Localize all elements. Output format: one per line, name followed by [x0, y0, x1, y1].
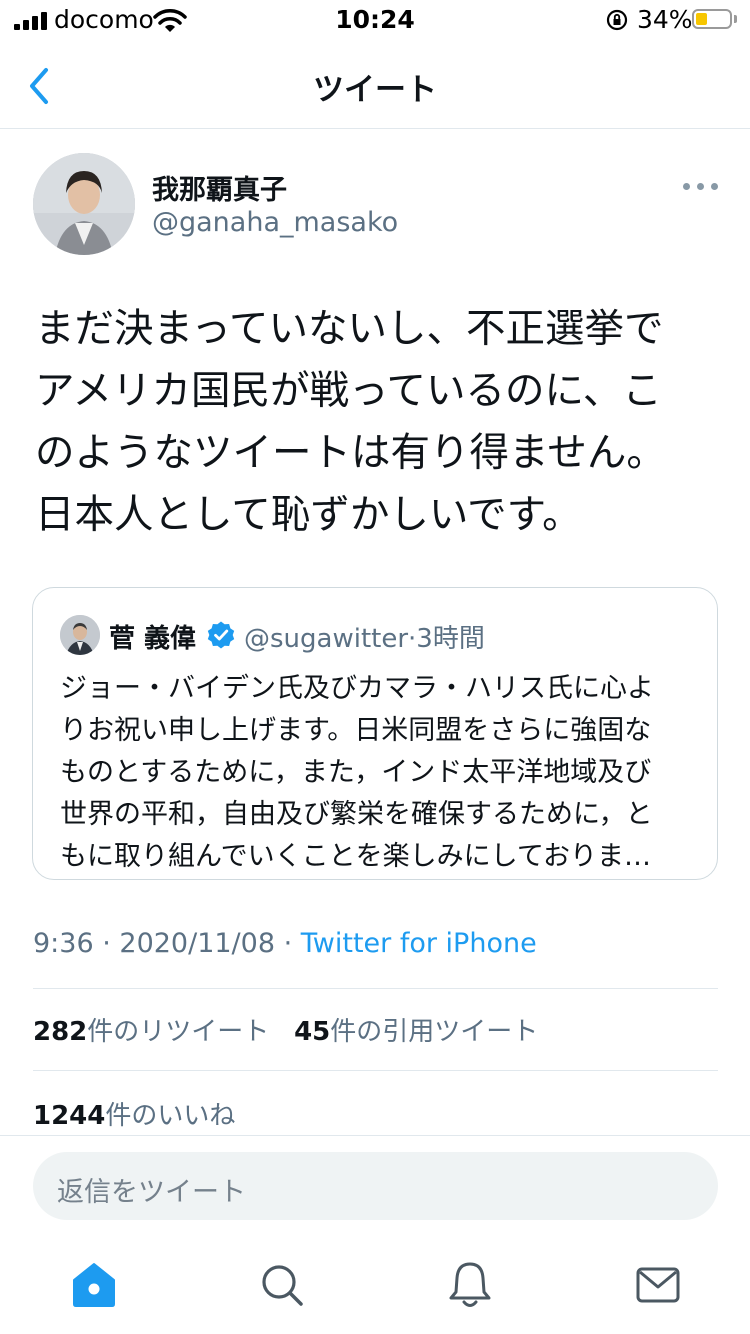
quoted-text-line: りお祝い申し上げます。日米同盟をさらに強固な	[60, 715, 652, 746]
reply-placeholder: 返信をツイート	[57, 1177, 246, 1208]
author-avatar[interactable]	[33, 153, 135, 255]
tweet-text-line: のようなツイートは有り得ません。	[35, 430, 666, 476]
navigation-header: ツイート	[0, 42, 750, 129]
quoted-text-line: 世界の平和，自由及び繁栄を確保するために，と	[60, 799, 653, 830]
person-photo-icon	[60, 615, 100, 655]
quoted-tweet-text: ジョー・バイデン氏及びカマラ・ハリス氏に心よ りお祝い申し上げます。日米同盟をさ…	[60, 668, 700, 878]
quoted-author-name: 菅 義偉	[109, 624, 197, 654]
verified-badge-icon	[207, 621, 235, 649]
divider	[33, 1070, 718, 1071]
likes-label: 件のいいね	[105, 1101, 236, 1131]
quoted-author-avatar	[60, 615, 100, 655]
messages-icon[interactable]	[630, 1258, 686, 1312]
quotes-stat[interactable]: 45件の引用ツイート	[294, 1017, 538, 1047]
quoted-author-handle: @sugawitter	[244, 624, 409, 654]
notifications-icon[interactable]	[442, 1258, 498, 1312]
quoted-text-line: もに取り組んでいくことを楽しみにしておりま…	[60, 841, 652, 872]
battery-percentage: 34%	[637, 5, 693, 34]
reply-bar-divider	[0, 1135, 750, 1136]
tweet-text-line: アメリカ国民が戦っているのに、こ	[35, 368, 662, 414]
reply-input[interactable]: 返信をツイート	[33, 1152, 718, 1220]
retweets-stat[interactable]: 282件のリツイート	[33, 1017, 269, 1047]
tweet-text-line: 日本人として恥ずかしいです。	[35, 492, 582, 538]
tweet-time: 9:36	[33, 928, 94, 959]
retweets-count: 282	[33, 1017, 88, 1047]
quotes-label: 件の引用ツイート	[330, 1017, 539, 1047]
tweet-timestamp: 9:36 · 2020/11/08 · Twitter for iPhone	[33, 928, 537, 959]
battery-cap	[734, 15, 737, 23]
more-options-icon[interactable]	[683, 183, 719, 191]
quoted-text-line: ものとするために，また，インド太平洋地域及び	[60, 757, 652, 788]
orientation-lock-icon	[606, 9, 628, 31]
battery-level-fill	[696, 13, 707, 25]
status-bar: docomo 10:24 34%	[0, 0, 750, 42]
tweet-text: まだ決まっていないし、不正選挙で アメリカ国民が戦っているのに、こ のようなツイ…	[35, 298, 715, 546]
retweets-label: 件のリツイート	[87, 1017, 270, 1047]
quoted-tweet-card[interactable]: 菅 義偉 @sugawitter·3時間 ジョー・バイデン氏及びカマラ・ハリス氏…	[32, 587, 718, 880]
page-title: ツイート	[313, 72, 437, 108]
likes-count: 1244	[33, 1101, 106, 1131]
quoted-tweet-age: 3時間	[416, 624, 485, 654]
quotes-count: 45	[294, 1017, 331, 1047]
tweet-date: 2020/11/08	[119, 928, 276, 959]
tweet-text-line: まだ決まっていないし、不正選挙で	[35, 306, 664, 352]
likes-stat[interactable]: 1244件のいいね	[33, 1095, 235, 1132]
author-handle[interactable]: @ganaha_masako	[152, 207, 398, 238]
quoted-author-handle-line: @sugawitter·3時間	[244, 618, 485, 655]
search-icon[interactable]	[254, 1258, 310, 1312]
author-name[interactable]: 我那覇真子	[152, 168, 287, 207]
tweet-source-link[interactable]: Twitter for iPhone	[301, 928, 537, 959]
battery-icon	[692, 9, 732, 29]
divider	[33, 988, 718, 989]
home-icon[interactable]	[66, 1258, 122, 1312]
person-photo-icon	[33, 153, 135, 255]
quoted-text-line: ジョー・バイデン氏及びカマラ・ハリス氏に心よ	[60, 673, 654, 704]
engagement-stats-row: 282件のリツイート 45件の引用ツイート	[33, 1011, 538, 1048]
